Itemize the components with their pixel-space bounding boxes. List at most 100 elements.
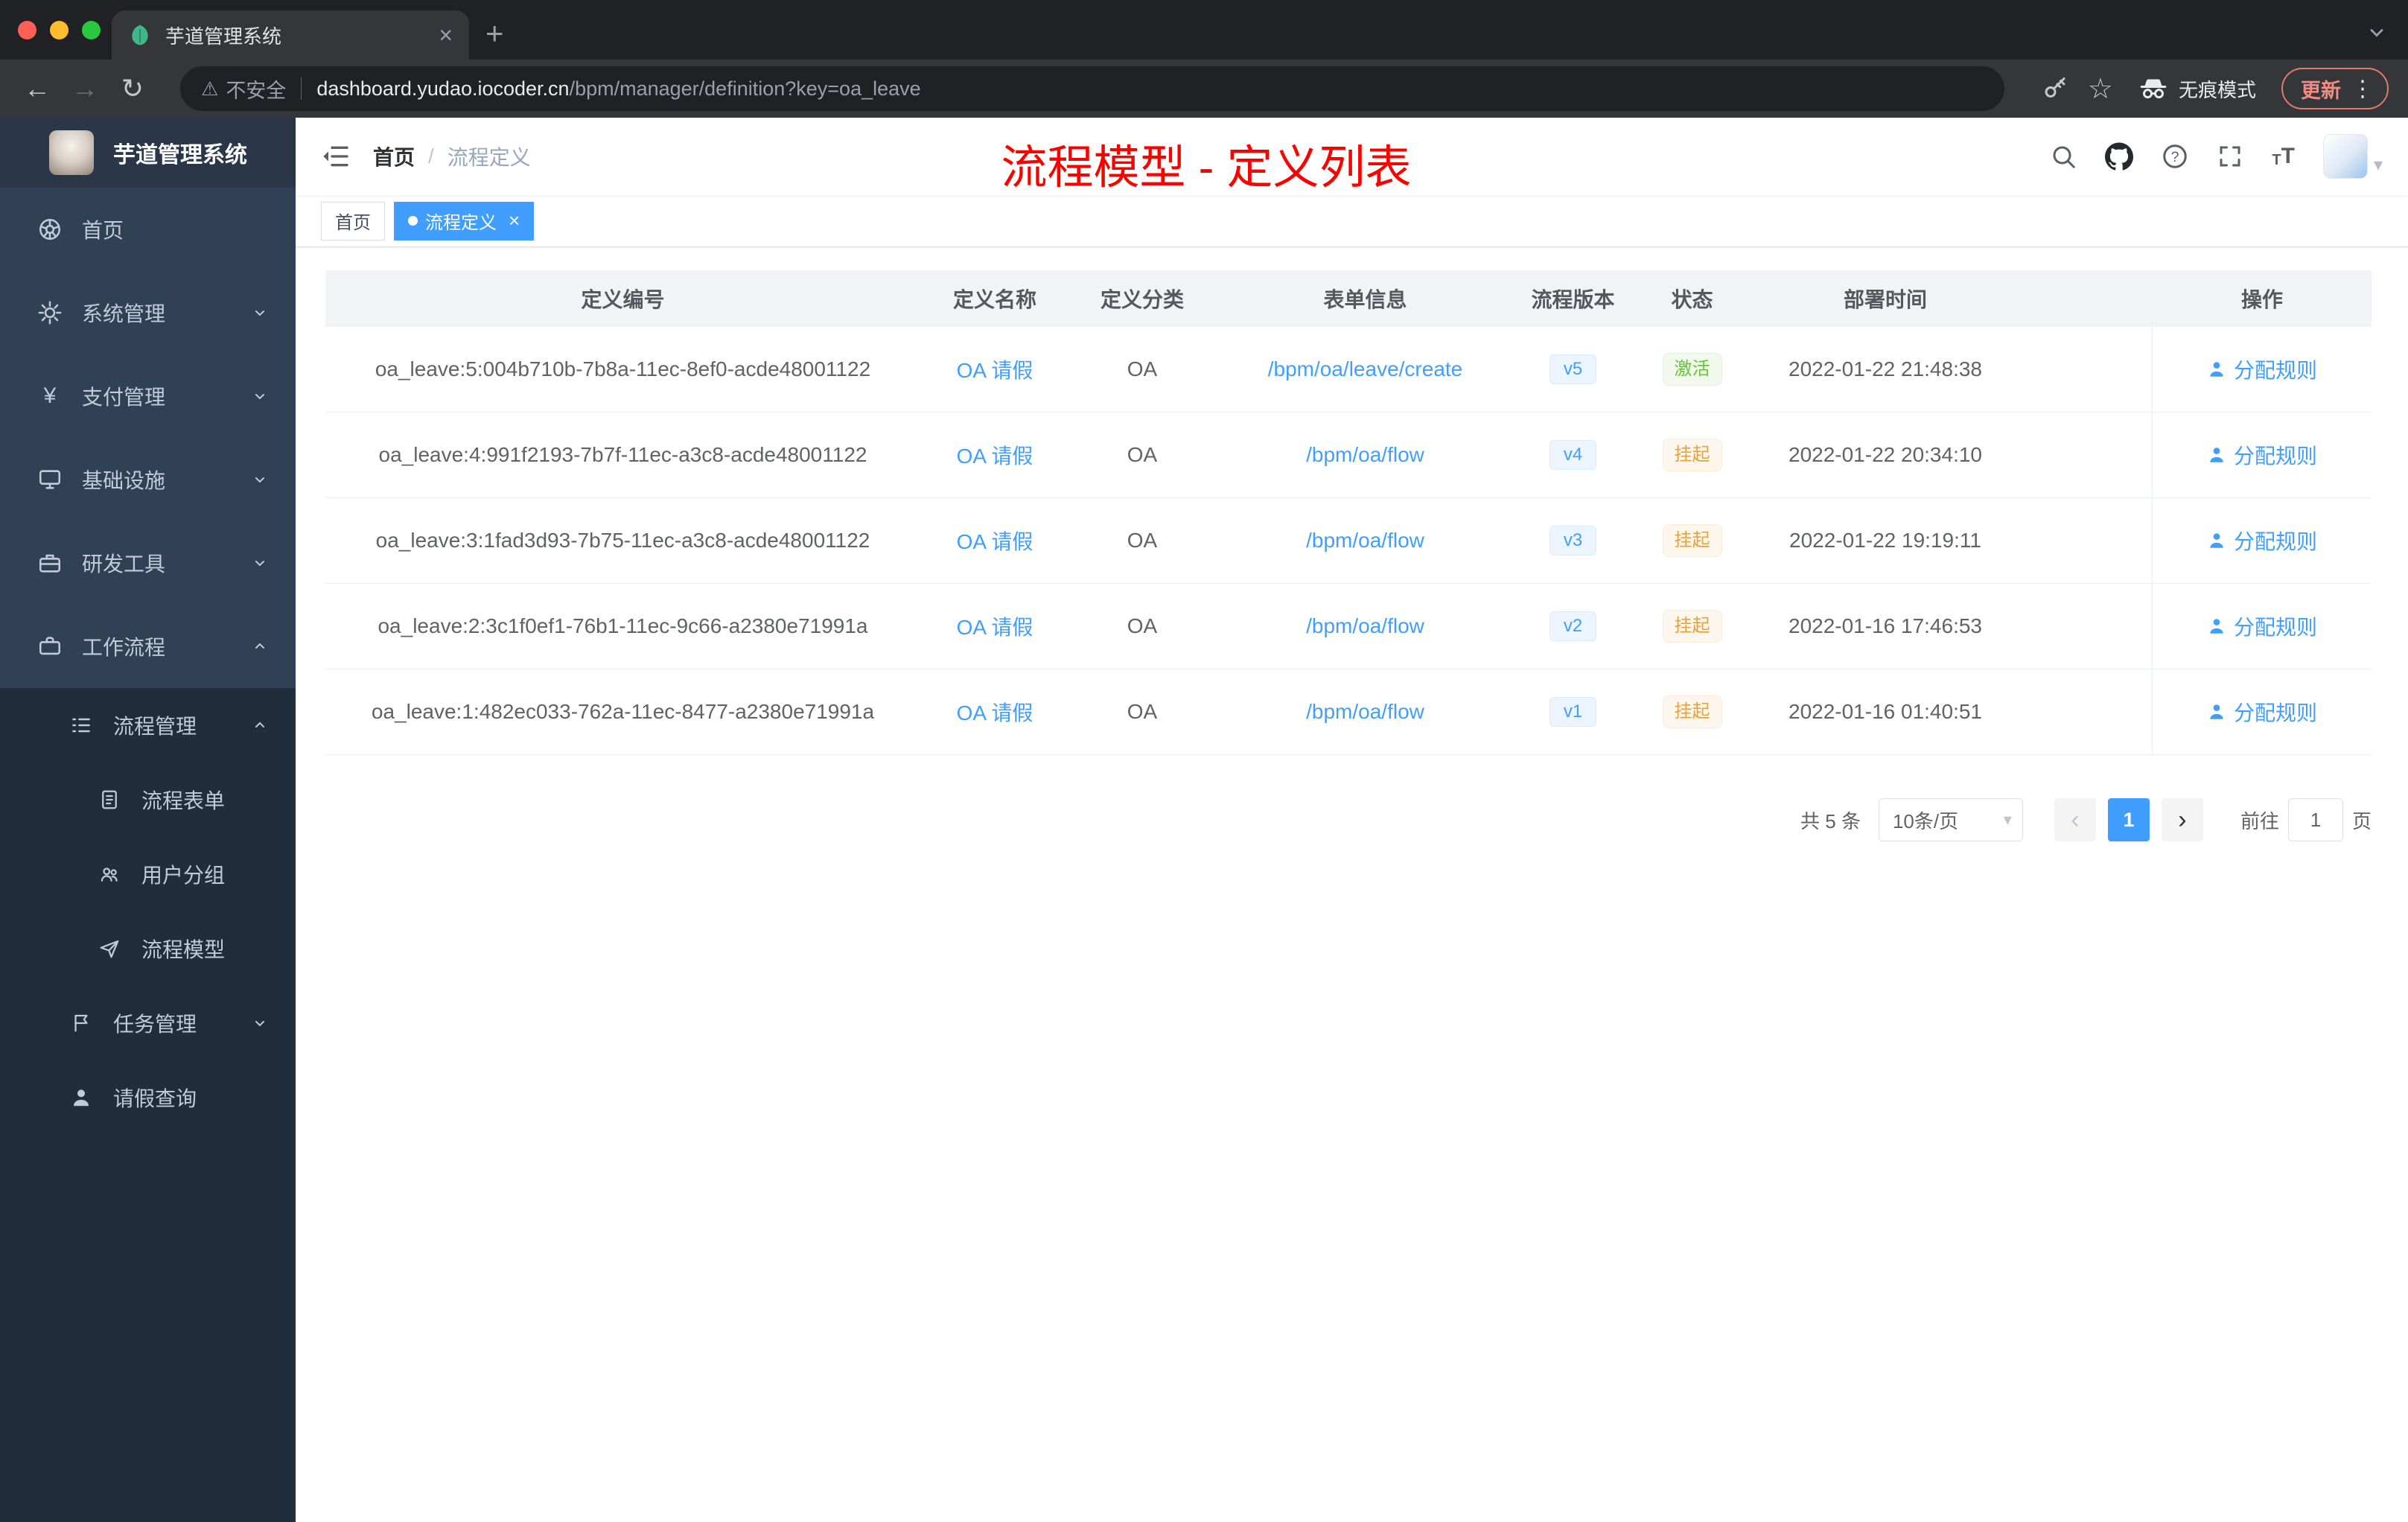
password-key-icon[interactable] xyxy=(2042,75,2068,102)
zoom-window-button[interactable] xyxy=(82,21,101,39)
chevron-down-icon xyxy=(251,304,269,322)
column-header: 定义分类 xyxy=(1100,288,1184,311)
chevron-left-icon: ‹ xyxy=(2071,805,2080,834)
breadcrumb-home[interactable]: 首页 xyxy=(373,141,415,171)
sidebar-item-process-management[interactable]: 流程管理 xyxy=(0,688,296,762)
address-bar[interactable]: ⚠ 不安全 dashboard.yudao.iocoder.cn /bpm/ma… xyxy=(180,66,2004,111)
cell-spacer xyxy=(2017,327,2152,412)
goto-page-input[interactable] xyxy=(2287,798,2343,841)
sidebar-item-dev-tools[interactable]: 研发工具 xyxy=(0,521,296,605)
current-page-button[interactable]: 1 xyxy=(2107,798,2150,841)
update-label: 更新 xyxy=(2301,79,2341,102)
sidebar-item-leave-query[interactable]: 请假查询 xyxy=(0,1060,296,1135)
incognito-badge: 无痕模式 xyxy=(2138,74,2256,104)
form-link[interactable]: /bpm/oa/flow xyxy=(1306,700,1424,724)
prev-page-button[interactable]: ‹ xyxy=(2054,798,2096,841)
cell-category: OA xyxy=(1127,443,1158,466)
sidebar-header[interactable]: 芋道管理系统 xyxy=(0,118,296,188)
definition-name-link[interactable]: OA 请假 xyxy=(957,526,1033,555)
sidebar-item-payment[interactable]: ¥ 支付管理 xyxy=(0,354,296,438)
cell-category: OA xyxy=(1127,614,1158,637)
assign-rule-button[interactable]: 分配规则 xyxy=(2207,697,2317,727)
fullscreen-icon[interactable] xyxy=(2217,143,2243,170)
assign-rule-label: 分配规则 xyxy=(2233,359,2317,382)
tag-close-icon[interactable]: × xyxy=(509,209,520,232)
sidebar-item-workflow[interactable]: 工作流程 xyxy=(0,605,296,688)
table-header-row: 定义编号 定义名称 定义分类 表单信息 流程版本 状态 部署时间 操作 xyxy=(325,270,2372,327)
user-menu[interactable]: ▾ xyxy=(2322,134,2383,179)
search-icon[interactable] xyxy=(2050,143,2077,170)
tab-search-chevron-icon[interactable] xyxy=(2366,22,2387,43)
browser-update-button[interactable]: 更新 ⋮ xyxy=(2281,68,2389,109)
form-link[interactable]: /bpm/oa/flow xyxy=(1306,614,1424,638)
next-page-button[interactable]: › xyxy=(2161,798,2203,841)
assign-rule-button[interactable]: 分配规则 xyxy=(2207,440,2317,470)
browser-menu-kebab-icon[interactable]: ⋮ xyxy=(2351,76,2374,102)
not-secure-label: 不安全 xyxy=(226,79,287,102)
form-link[interactable]: /bpm/oa/leave/create xyxy=(1268,357,1463,381)
tag-home[interactable]: 首页 xyxy=(321,201,385,241)
column-header: 操作 xyxy=(2152,270,2372,327)
page-size-select[interactable]: 10条/页 ▾ xyxy=(1878,798,2023,841)
sidebar-item-system[interactable]: 系统管理 xyxy=(0,271,296,354)
document-icon xyxy=(95,786,124,814)
sidebar-item-process-form[interactable]: 流程表单 xyxy=(0,762,296,837)
status-badge: 激活 xyxy=(1662,353,1722,386)
sidebar-item-home[interactable]: 首页 xyxy=(0,188,296,271)
tag-process-definition[interactable]: 流程定义 × xyxy=(394,201,535,241)
sidebar-item-user-group[interactable]: 用户分组 xyxy=(0,837,296,911)
bookmark-star-icon[interactable]: ☆ xyxy=(2088,72,2113,106)
cell-deploy-time: 2022-01-22 20:34:10 xyxy=(1789,443,1982,466)
breadcrumb-separator: / xyxy=(428,144,434,168)
back-icon[interactable]: ← xyxy=(19,71,55,106)
reload-icon[interactable]: ↻ xyxy=(115,71,150,106)
cell-definition-id: oa_leave:1:482ec033-762a-11ec-8477-a2380… xyxy=(371,700,875,723)
sidebar-item-infrastructure[interactable]: 基础设施 xyxy=(0,438,296,521)
top-navbar: 首页 / 流程定义 ? T T ▾ xyxy=(296,118,2408,195)
cell-spacer xyxy=(2017,413,2152,497)
cell-spacer xyxy=(2017,669,2152,754)
cell-deploy-time: 2022-01-22 19:19:11 xyxy=(1789,529,1981,552)
tag-label: 流程定义 xyxy=(425,213,497,233)
omnibox-divider xyxy=(301,77,302,100)
font-size-icon[interactable]: TT xyxy=(2272,144,2295,169)
github-icon[interactable] xyxy=(2105,142,2134,171)
browser-tab[interactable]: 芋道管理系统 × xyxy=(112,10,469,60)
tab-favicon xyxy=(128,23,152,47)
column-header: 定义名称 xyxy=(952,288,1036,311)
user-avatar[interactable] xyxy=(2322,134,2368,179)
form-link[interactable]: /bpm/oa/flow xyxy=(1306,529,1424,553)
column-header-spacer xyxy=(2017,270,2152,327)
sidebar-item-process-model[interactable]: 流程模型 xyxy=(0,911,296,986)
browser-window: 芋道管理系统 × + ← → ↻ ⚠ 不安全 dashboard.yudao.i… xyxy=(0,0,2408,1522)
person-icon xyxy=(2210,448,2223,462)
definition-name-link[interactable]: OA 请假 xyxy=(957,440,1033,470)
column-header: 流程版本 xyxy=(1531,288,1615,311)
status-badge: 挂起 xyxy=(1662,695,1722,728)
assign-rule-button[interactable]: 分配规则 xyxy=(2207,526,2317,555)
sidebar-toggle-icon[interactable] xyxy=(321,141,351,171)
minimize-window-button[interactable] xyxy=(50,21,69,39)
flag-icon xyxy=(67,1009,95,1037)
app-title: 芋道管理系统 xyxy=(113,143,247,168)
list-tree-icon xyxy=(67,711,95,739)
close-window-button[interactable] xyxy=(18,21,36,39)
definition-name-link[interactable]: OA 请假 xyxy=(957,697,1033,727)
definition-name-link[interactable]: OA 请假 xyxy=(957,354,1033,384)
tab-close-icon[interactable]: × xyxy=(439,22,453,49)
pagination-total: 共 5 条 xyxy=(1800,809,1861,832)
sidebar-item-label: 流程管理 xyxy=(113,715,197,738)
assign-rule-button[interactable]: 分配规则 xyxy=(2207,611,2317,641)
cell-definition-id: oa_leave:2:3c1f0ef1-76b1-11ec-9c66-a2380… xyxy=(378,614,868,637)
new-tab-button[interactable]: + xyxy=(485,18,504,49)
form-link[interactable]: /bpm/oa/flow xyxy=(1306,443,1424,467)
page-unit-label: 页 xyxy=(2351,809,2372,832)
assign-rule-button[interactable]: 分配规则 xyxy=(2207,354,2317,384)
definition-name-link[interactable]: OA 请假 xyxy=(957,611,1033,641)
forward-icon[interactable]: → xyxy=(67,71,103,106)
cell-deploy-time: 2022-01-22 21:48:38 xyxy=(1789,357,1982,380)
gear-icon xyxy=(36,299,64,327)
sidebar-item-label: 用户分组 xyxy=(141,864,226,887)
help-question-icon[interactable]: ? xyxy=(2162,143,2188,170)
sidebar-item-task-management[interactable]: 任务管理 xyxy=(0,986,296,1060)
